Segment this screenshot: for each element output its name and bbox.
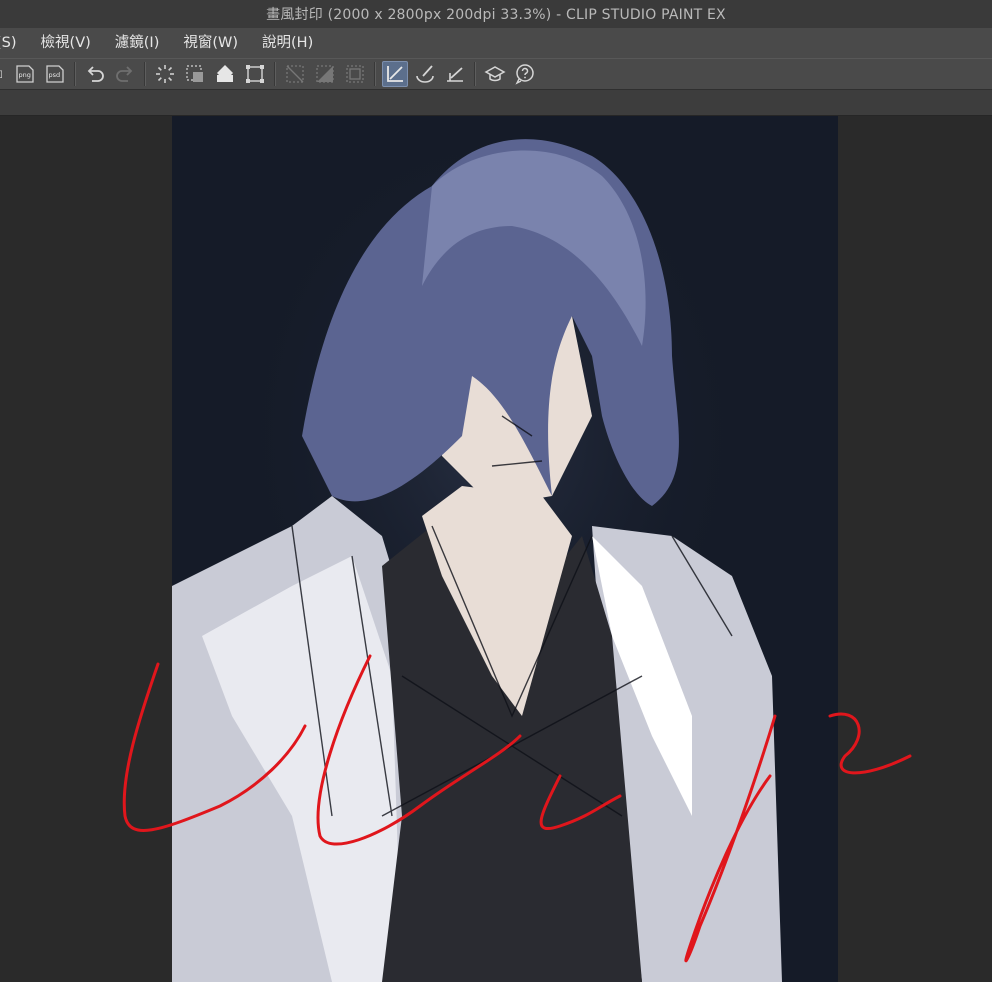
export-psd-button[interactable]: psd [42, 61, 68, 87]
fill-icon [217, 65, 233, 82]
snap-to-grid-icon [447, 67, 463, 82]
window-title-bar: 畫風封印 (2000 x 2800px 200dpi 33.3%) - CLIP… [0, 0, 992, 28]
menu-item-window[interactable]: 視窗(W) [171, 28, 250, 58]
snap-to-special-ruler-button[interactable] [412, 61, 438, 87]
transform-icon [246, 65, 264, 83]
redo-button[interactable] [112, 61, 138, 87]
snap-to-ruler-button[interactable] [382, 61, 408, 87]
menu-item-select[interactable]: (S) [0, 28, 29, 58]
crop-icon [346, 65, 364, 83]
command-bar: png psd [0, 58, 992, 90]
menu-item-filter[interactable]: 濾鏡(I) [103, 28, 172, 58]
help-button[interactable] [512, 61, 538, 87]
export-jpg-icon [0, 70, 2, 78]
menu-item-help[interactable]: 說明(H) [250, 28, 325, 58]
snap-to-ruler-icon [387, 66, 403, 82]
invert-selection-icon [316, 65, 334, 83]
select-all-button[interactable] [182, 61, 208, 87]
export-psd-icon: psd [46, 65, 64, 83]
undo-button[interactable] [82, 61, 108, 87]
redo-icon [116, 66, 133, 82]
help-icon [515, 64, 534, 85]
export-png-icon: png [16, 65, 34, 83]
snap-to-grid-button[interactable] [442, 61, 468, 87]
toolbar-separator [144, 62, 146, 86]
export-png-button[interactable]: png [12, 61, 38, 87]
toolbar-separator [374, 62, 376, 86]
menu-bar: (S) 檢視(V) 濾鏡(I) 視窗(W) 說明(H) [0, 28, 992, 58]
clear-selection-button[interactable] [152, 61, 178, 87]
export-jpg-button[interactable] [0, 61, 8, 87]
invert-selection-button[interactable] [312, 61, 338, 87]
canvas[interactable] [172, 116, 838, 982]
window-title: 畫風封印 (2000 x 2800px 200dpi 33.3%) - CLIP… [266, 7, 726, 23]
undo-icon [87, 66, 104, 82]
snap-to-special-ruler-icon [416, 65, 434, 83]
svg-text:png: png [19, 71, 31, 79]
clear-selection-icon [156, 65, 174, 83]
toolbar-separator [474, 62, 476, 86]
canvas-workspace[interactable] [0, 116, 992, 982]
toolbar-separator [274, 62, 276, 86]
hide-selection-icon [286, 65, 304, 83]
svg-text:psd: psd [49, 71, 61, 79]
transform-button[interactable] [242, 61, 268, 87]
tutorial-button[interactable] [482, 61, 508, 87]
crop-button[interactable] [342, 61, 368, 87]
hide-selection-button[interactable] [282, 61, 308, 87]
tutorial-icon [484, 66, 506, 82]
fill-button[interactable] [212, 61, 238, 87]
tool-property-bar [0, 90, 992, 116]
select-all-icon [186, 65, 203, 82]
menu-item-view[interactable]: 檢視(V) [29, 28, 103, 58]
artwork [172, 116, 838, 982]
toolbar-separator [74, 62, 76, 86]
